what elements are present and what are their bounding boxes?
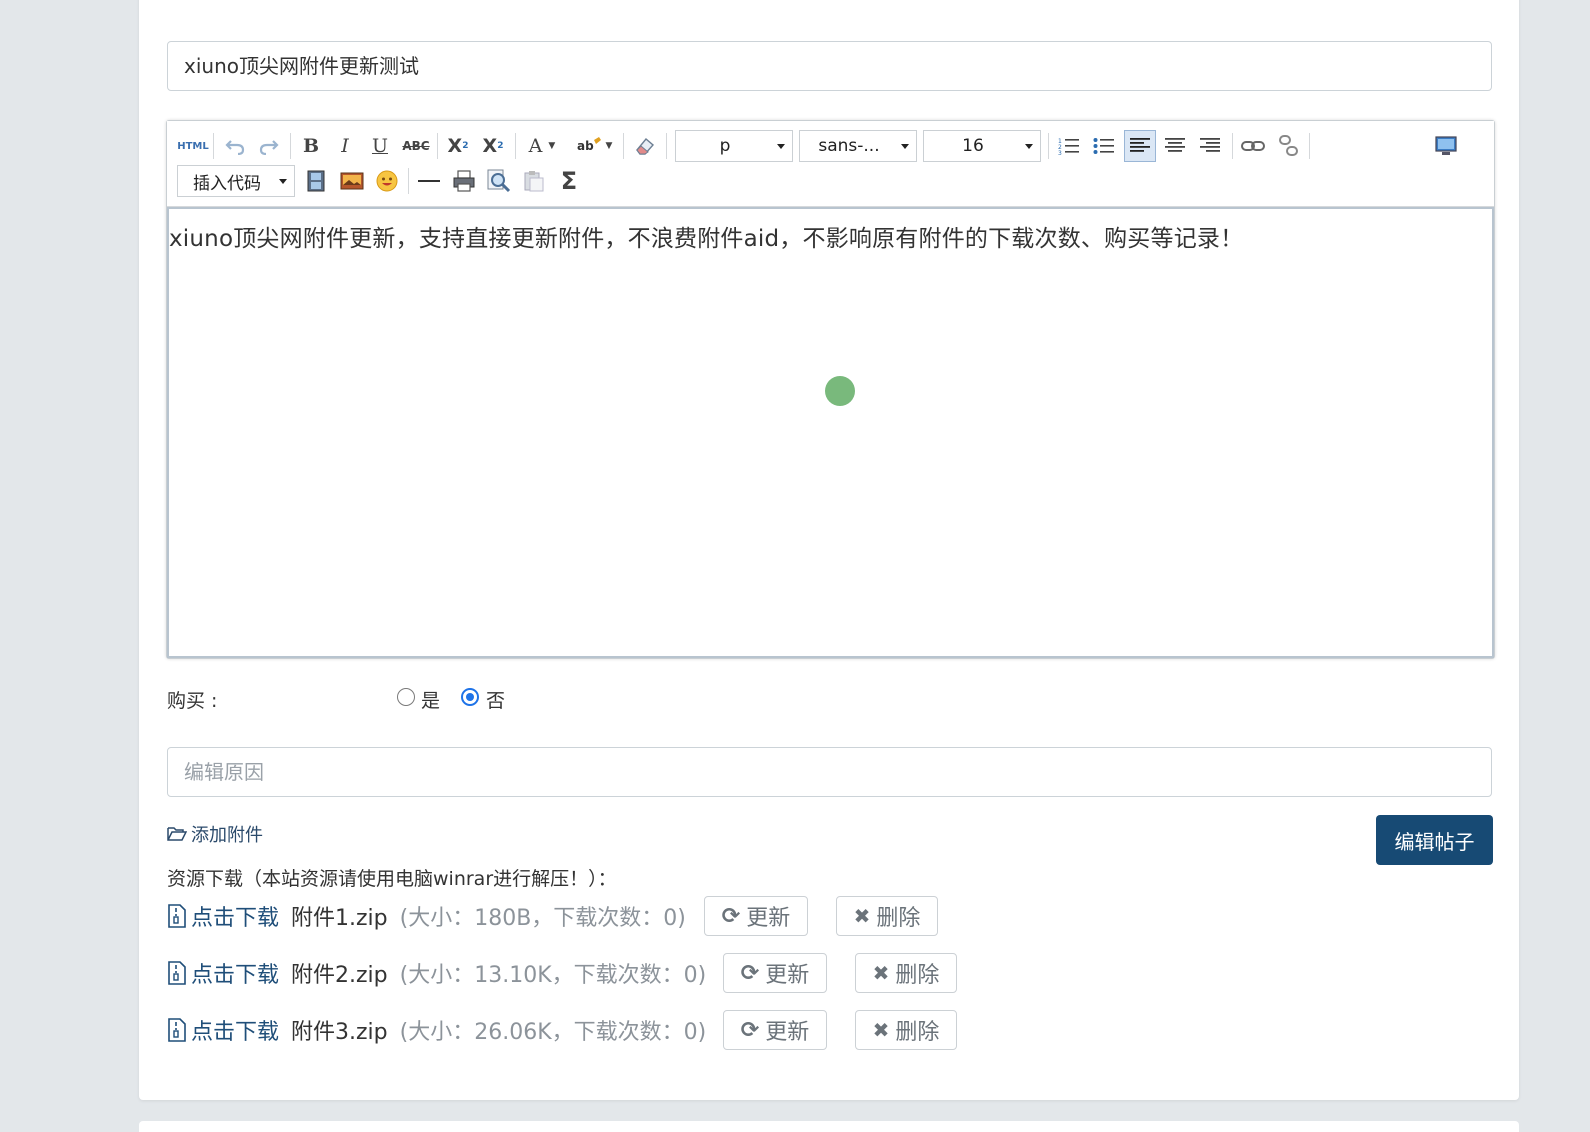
- refresh-icon: ⟳: [740, 1017, 760, 1043]
- close-icon: ✖: [853, 904, 871, 928]
- italic-icon[interactable]: I: [331, 131, 359, 161]
- delete-attachment-button[interactable]: ✖ 删除: [855, 1010, 957, 1050]
- preview-icon[interactable]: [484, 166, 514, 196]
- svg-text:ab: ab: [577, 139, 594, 153]
- attachment-row: 点击下载 附件2.zip (大小：13.10K，下载次数：0): [167, 953, 706, 993]
- attachment-row: 点击下载 附件1.zip (大小：180B，下载次数：0): [167, 896, 686, 936]
- eraser-icon[interactable]: [630, 131, 660, 161]
- align-right-icon[interactable]: [1195, 131, 1225, 161]
- toolbar-separator: [213, 133, 214, 159]
- edit-reason-input[interactable]: 编辑原因: [167, 747, 1492, 797]
- unlink-icon[interactable]: [1274, 131, 1304, 161]
- toolbar-separator: [623, 133, 624, 159]
- update-attachment-button[interactable]: ⟳ 更新: [723, 1010, 827, 1050]
- fullscreen-icon[interactable]: [1431, 131, 1461, 161]
- mouse-cursor-indicator: [825, 376, 855, 406]
- add-attachment-label: 添加附件: [191, 825, 263, 846]
- purchase-no-label: 否: [486, 690, 506, 712]
- print-icon[interactable]: [449, 166, 479, 196]
- purchase-yes-label: 是: [421, 690, 441, 712]
- toolbar-separator: [290, 133, 291, 159]
- emoticon-icon[interactable]: [372, 166, 402, 196]
- horizontal-rule-icon[interactable]: [414, 166, 444, 196]
- resource-download-title: 资源下载（本站资源请使用电脑winrar进行解压！）：: [167, 868, 617, 890]
- subscript-icon[interactable]: X2: [478, 131, 508, 161]
- file-zip-icon: [168, 1018, 186, 1042]
- editor-toolbar: HTML B I U ABC X2 X2 A ▼ ab ▼ p sans-... …: [167, 121, 1494, 207]
- ordered-list-icon[interactable]: 123: [1054, 131, 1084, 161]
- redo-icon[interactable]: [255, 131, 283, 161]
- refresh-icon: ⟳: [721, 903, 741, 929]
- unordered-list-icon[interactable]: [1089, 131, 1119, 161]
- purchase-yes-radio[interactable]: [397, 688, 415, 706]
- file-zip-icon: [168, 961, 186, 985]
- attachment-name: 附件2.zip: [291, 963, 388, 988]
- attachment-meta: (大小：26.06K，下载次数：0): [399, 1020, 707, 1045]
- strikethrough-icon[interactable]: ABC: [401, 131, 431, 161]
- attachment-name: 附件1.zip: [291, 906, 388, 931]
- align-left-icon[interactable]: [1124, 130, 1156, 162]
- font-size-select[interactable]: 16: [923, 130, 1041, 162]
- download-link[interactable]: 点击下载: [167, 900, 279, 932]
- bold-icon[interactable]: B: [297, 131, 325, 161]
- undo-icon[interactable]: [221, 131, 249, 161]
- next-card: [139, 1121, 1519, 1132]
- title-input[interactable]: xiuno顶尖网附件更新测试: [167, 41, 1492, 91]
- formula-sigma-icon[interactable]: Σ: [554, 166, 584, 196]
- toolbar-separator: [515, 133, 516, 159]
- update-attachment-button[interactable]: ⟳ 更新: [704, 896, 808, 936]
- editor-content-area[interactable]: xiuno顶尖网附件更新，支持直接更新附件，不浪费附件aid，不影响原有附件的下…: [167, 207, 1494, 658]
- image-icon[interactable]: [336, 166, 368, 196]
- attachment-row: 点击下载 附件3.zip (大小：26.06K，下载次数：0): [167, 1010, 706, 1050]
- video-icon[interactable]: [301, 166, 331, 196]
- toolbar-separator: [1048, 133, 1049, 159]
- paragraph-format-select[interactable]: p: [675, 130, 793, 162]
- close-icon: ✖: [872, 1018, 890, 1042]
- align-center-icon[interactable]: [1160, 131, 1190, 161]
- update-attachment-button[interactable]: ⟳ 更新: [723, 953, 827, 993]
- download-link[interactable]: 点击下载: [167, 957, 279, 989]
- toolbar-separator: [1309, 133, 1310, 159]
- file-zip-icon: [168, 904, 186, 928]
- font-color-icon[interactable]: A ▼: [522, 131, 562, 161]
- underline-icon[interactable]: U: [366, 131, 394, 161]
- toolbar-separator: [437, 133, 438, 159]
- insert-code-select[interactable]: 插入代码: [177, 165, 295, 197]
- superscript-icon[interactable]: X2: [443, 131, 473, 161]
- delete-attachment-button[interactable]: ✖ 删除: [836, 896, 938, 936]
- toolbar-separator: [1232, 133, 1233, 159]
- link-icon[interactable]: [1238, 131, 1268, 161]
- download-link[interactable]: 点击下载: [167, 1014, 279, 1046]
- html-source-button[interactable]: HTML: [177, 131, 209, 161]
- attachment-meta: (大小：13.10K，下载次数：0): [399, 963, 707, 988]
- purchase-no-radio[interactable]: [461, 688, 479, 706]
- attachment-meta: (大小：180B，下载次数：0): [399, 906, 686, 931]
- font-family-select[interactable]: sans-...: [799, 130, 917, 162]
- purchase-label: 购买 :: [167, 690, 218, 712]
- editor-content-text: xiuno顶尖网附件更新，支持直接更新附件，不浪费附件aid，不影响原有附件的下…: [169, 226, 1244, 252]
- attachment-name: 附件3.zip: [291, 1020, 388, 1045]
- toolbar-separator: [666, 133, 667, 159]
- toolbar-separator: [408, 168, 409, 194]
- paste-icon[interactable]: [519, 166, 549, 196]
- highlight-color-icon[interactable]: ab ▼: [572, 131, 616, 161]
- add-attachment-link[interactable]: 添加附件: [167, 821, 263, 847]
- edit-post-button[interactable]: 编辑帖子: [1376, 815, 1493, 865]
- delete-attachment-button[interactable]: ✖ 删除: [855, 953, 957, 993]
- folder-open-icon: [167, 827, 187, 841]
- close-icon: ✖: [872, 961, 890, 985]
- svg-text:3: 3: [1058, 150, 1062, 156]
- refresh-icon: ⟳: [740, 960, 760, 986]
